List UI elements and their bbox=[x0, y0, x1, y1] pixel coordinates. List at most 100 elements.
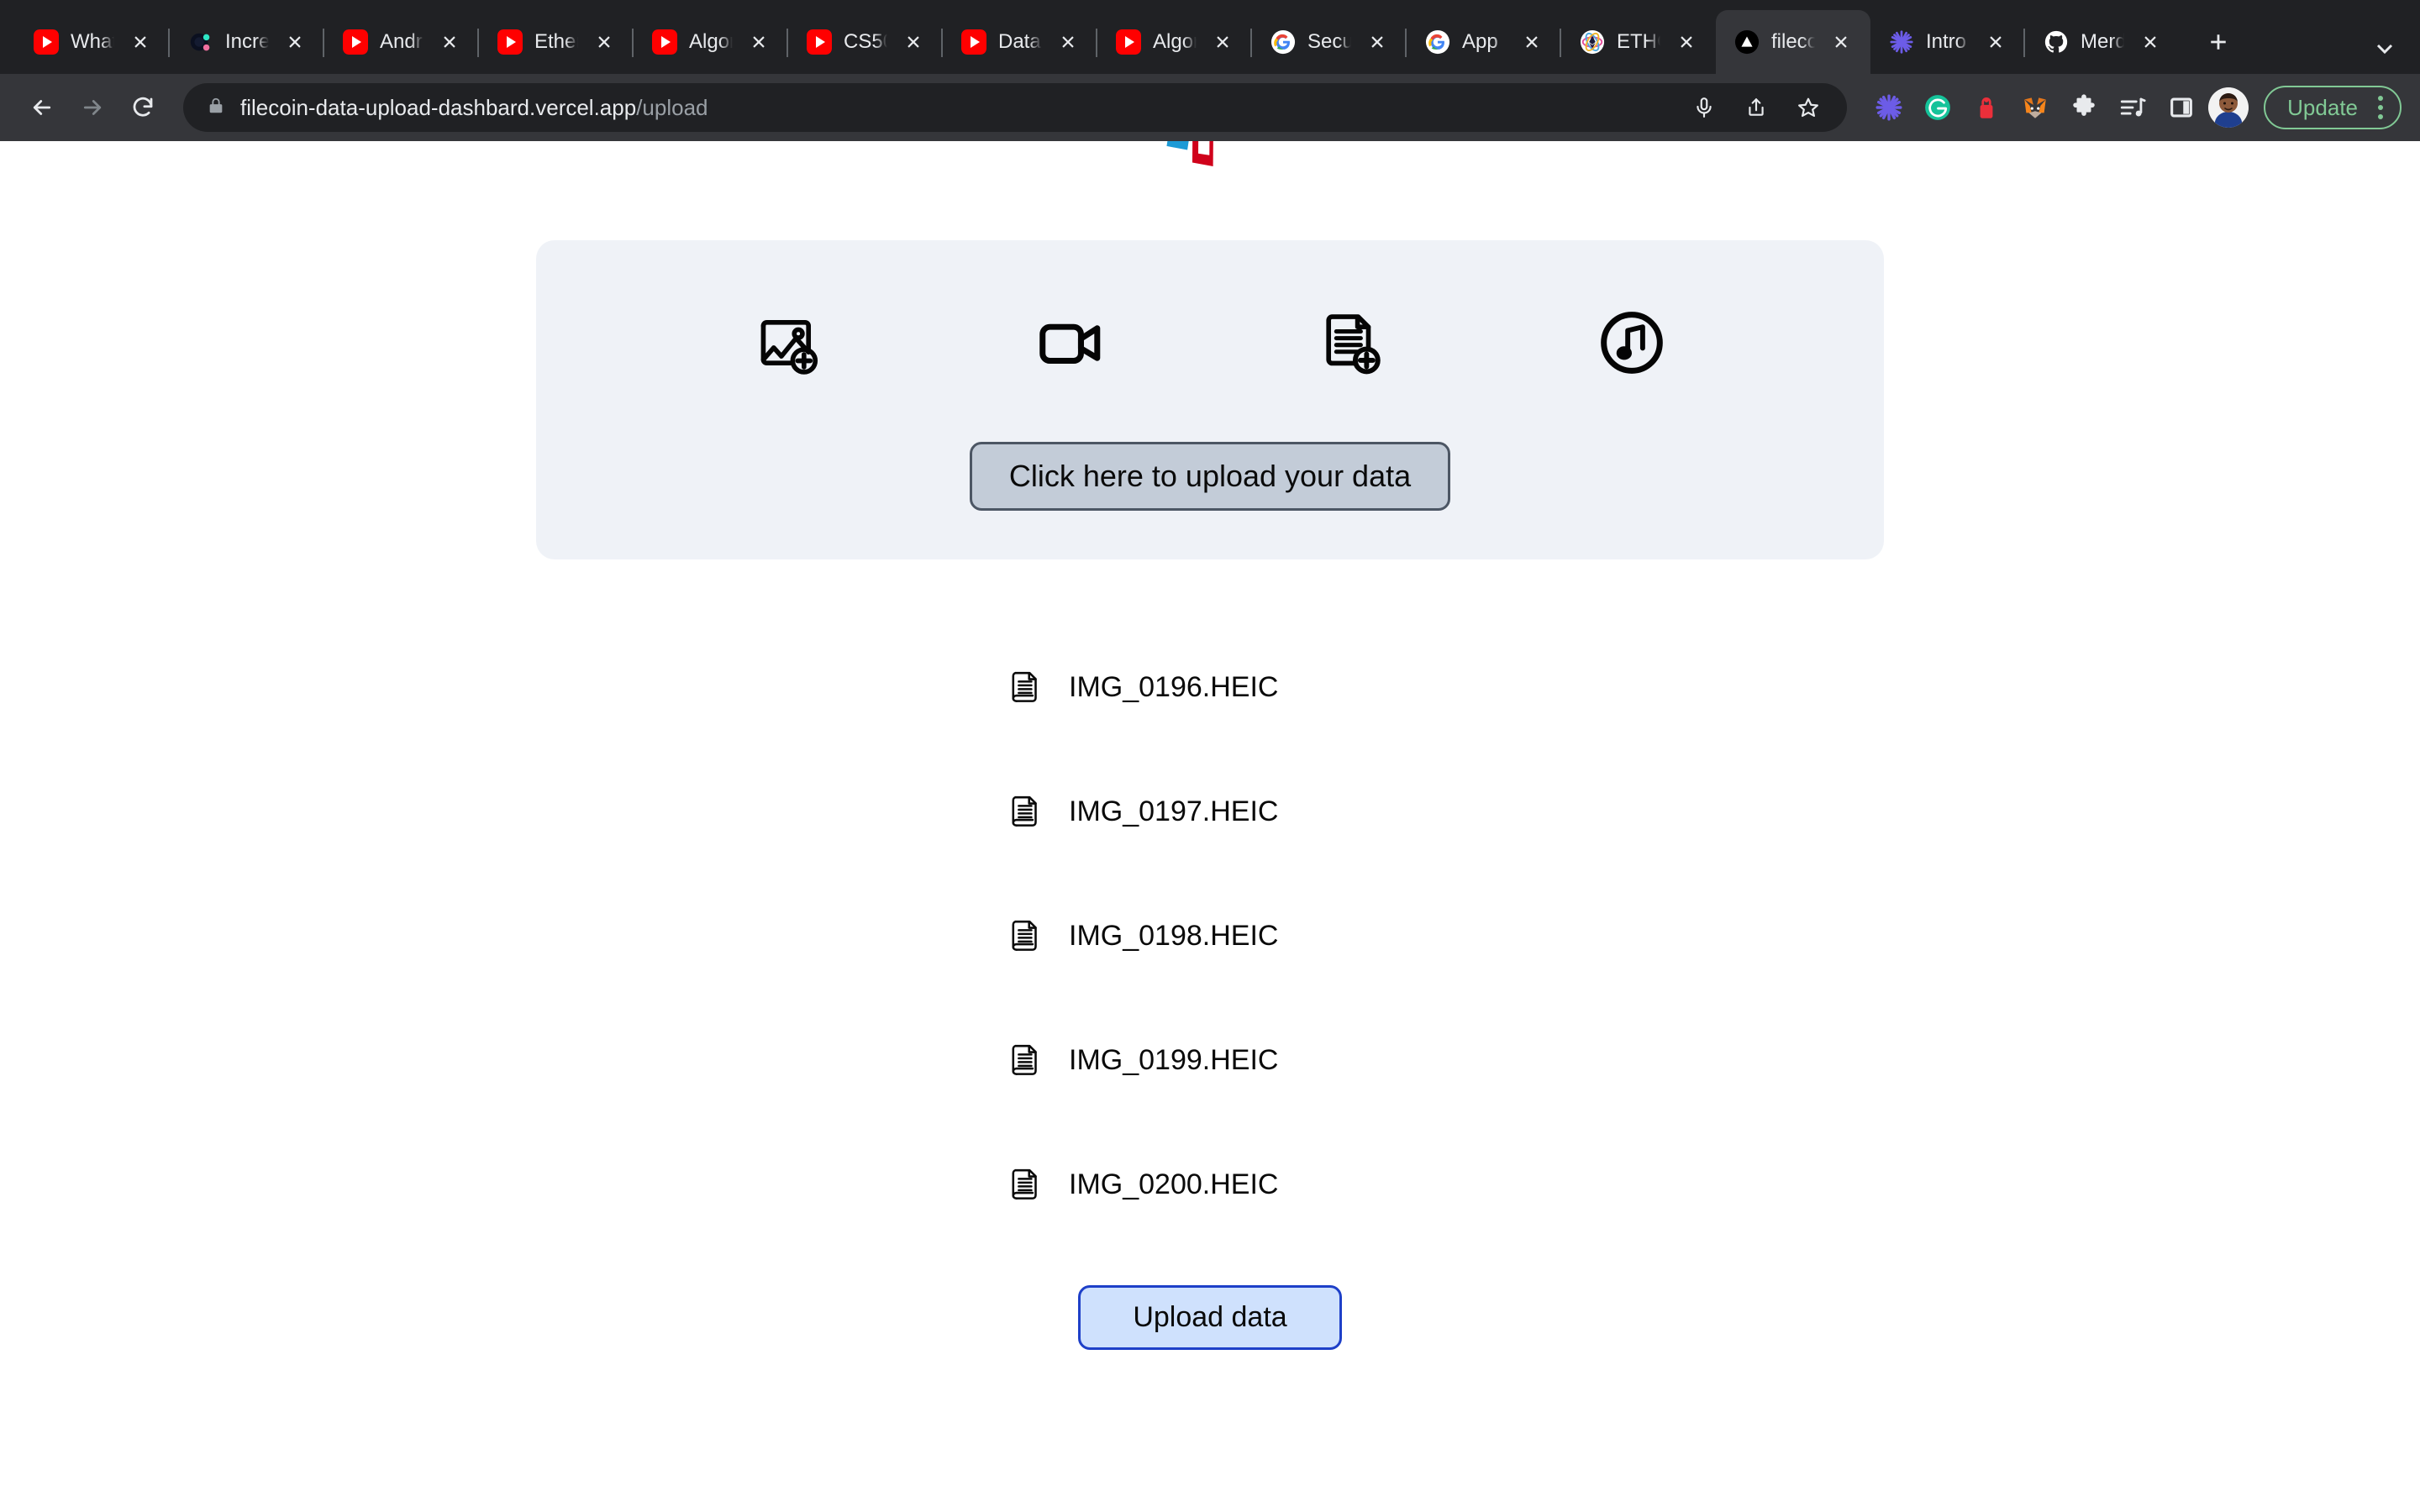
youtube-icon bbox=[961, 29, 986, 55]
browser-tab[interactable]: fileco bbox=[1716, 10, 1870, 74]
tab-favicon bbox=[34, 29, 59, 55]
media-controls-button[interactable] bbox=[2114, 89, 2151, 126]
browser-tab[interactable]: Data bbox=[943, 10, 1097, 74]
github-icon bbox=[2044, 30, 2068, 53]
file-name: IMG_0200.HEIC bbox=[1069, 1168, 1279, 1200]
browser-tab[interactable]: Merd bbox=[2025, 10, 2180, 74]
upload-data-button[interactable]: Upload data bbox=[1078, 1285, 1342, 1351]
tab-title: Merd bbox=[2081, 30, 2124, 53]
file-name: IMG_0197.HEIC bbox=[1069, 795, 1279, 827]
media-note-icon bbox=[2120, 97, 2146, 117]
tab-title: Intro bbox=[1926, 30, 1967, 53]
tab-close-button[interactable] bbox=[281, 28, 309, 56]
tab-title: Andre bbox=[380, 30, 424, 53]
document-scroll-icon bbox=[1003, 915, 1045, 957]
file-type-icon-row bbox=[748, 302, 1672, 383]
plus-icon bbox=[2211, 34, 2226, 50]
document-scroll-icon bbox=[1003, 666, 1045, 708]
new-tab-button[interactable] bbox=[2193, 17, 2244, 67]
chevron-down-icon bbox=[2376, 44, 2393, 55]
tab-close-button[interactable] bbox=[899, 28, 928, 56]
tab-close-button[interactable] bbox=[126, 28, 155, 56]
close-icon bbox=[444, 36, 455, 48]
share-button[interactable] bbox=[1734, 86, 1778, 129]
extensions-puzzle-button[interactable] bbox=[2065, 89, 2102, 126]
tab-favicon bbox=[2044, 29, 2069, 55]
browser-menu-button[interactable] bbox=[2373, 96, 2388, 119]
tab-favicon bbox=[1425, 29, 1450, 55]
close-icon bbox=[289, 36, 301, 48]
click-to-upload-button[interactable]: Click here to upload your data bbox=[969, 442, 1451, 512]
upload-dropzone[interactable]: Click here to upload your data bbox=[536, 240, 1884, 560]
browser-tab[interactable]: What bbox=[15, 10, 170, 74]
uploaded-file-list: IMG_0196.HEIC IMG_0197.HEIC IMG_0198.HEIC I… bbox=[992, 625, 1428, 1247]
google-icon bbox=[1270, 29, 1296, 55]
browser-tab[interactable]: Algor bbox=[1097, 10, 1252, 74]
close-icon bbox=[1835, 36, 1847, 48]
google-icon bbox=[1425, 29, 1450, 55]
tab-close-button[interactable] bbox=[744, 28, 773, 56]
file-list-item[interactable]: IMG_0199.HEIC bbox=[992, 998, 1428, 1122]
browser-tab[interactable]: Intro bbox=[1870, 10, 2025, 74]
avatar[interactable] bbox=[2208, 87, 2249, 128]
tab-close-button[interactable] bbox=[1518, 28, 1546, 56]
arrow-right-icon bbox=[83, 100, 102, 115]
reload-icon bbox=[133, 97, 153, 117]
tab-close-button[interactable] bbox=[1981, 28, 2010, 56]
tab-close-button[interactable] bbox=[1054, 28, 1082, 56]
reload-button[interactable] bbox=[119, 84, 166, 131]
tab-favicon bbox=[1889, 29, 1914, 55]
browser-tab[interactable]: CS50 bbox=[788, 10, 943, 74]
close-icon bbox=[1990, 36, 2002, 48]
browser-tab[interactable]: Andre bbox=[324, 10, 479, 74]
grammarly-extension-icon[interactable] bbox=[1919, 89, 1956, 126]
tab-close-button[interactable] bbox=[1363, 28, 1392, 56]
lock-extension-icon[interactable] bbox=[1968, 89, 2005, 126]
browser-tab[interactable]: Ether bbox=[479, 10, 634, 74]
tab-close-button[interactable] bbox=[435, 28, 464, 56]
bookmark-button[interactable] bbox=[1786, 86, 1830, 129]
browser-tab[interactable]: Incre bbox=[170, 10, 324, 74]
side-panel-icon bbox=[2170, 97, 2193, 118]
tab-close-button[interactable] bbox=[2136, 28, 2165, 56]
music-note-circle-icon bbox=[1591, 302, 1672, 383]
tab-close-button[interactable] bbox=[1208, 28, 1237, 56]
voice-search-button[interactable] bbox=[1682, 86, 1726, 129]
forward-button[interactable] bbox=[69, 84, 116, 131]
close-icon bbox=[1526, 36, 1538, 48]
browser-window: What Incre Andre Ether Algor CS50 Data Algor Sec… bbox=[0, 0, 2420, 1512]
file-name: IMG_0198.HEIC bbox=[1069, 919, 1279, 952]
tab-close-button[interactable] bbox=[590, 28, 618, 56]
address-bar[interactable]: filecoin-data-upload-dashbard.vercel.app… bbox=[183, 83, 1848, 132]
tab-close-button[interactable] bbox=[1672, 28, 1701, 56]
browser-tab[interactable]: ETHG bbox=[1561, 10, 1716, 74]
metamask-extension-icon[interactable] bbox=[2017, 89, 2054, 126]
lock-icon bbox=[207, 97, 225, 119]
tab-close-button[interactable] bbox=[1827, 28, 1855, 56]
file-list-item[interactable]: IMG_0197.HEIC bbox=[992, 749, 1428, 874]
asterisk-extension-icon[interactable] bbox=[1870, 89, 1907, 126]
document-add-icon bbox=[1310, 302, 1391, 383]
browser-tab[interactable]: Algor bbox=[634, 10, 788, 74]
file-list-item[interactable]: IMG_0200.HEIC bbox=[992, 1122, 1428, 1247]
tab-favicon bbox=[343, 29, 368, 55]
file-list-item[interactable]: IMG_0196.HEIC bbox=[992, 625, 1428, 749]
tab-search-button[interactable] bbox=[2371, 35, 2420, 74]
browser-tab[interactable]: Secu bbox=[1252, 10, 1407, 74]
back-button[interactable] bbox=[18, 84, 66, 131]
update-label: Update bbox=[2287, 94, 2358, 120]
tab-title: App bbox=[1462, 30, 1498, 53]
browser-tab[interactable]: App bbox=[1407, 10, 1561, 74]
close-icon bbox=[598, 36, 610, 48]
update-button[interactable]: Update bbox=[2264, 86, 2402, 129]
image-add-icon bbox=[748, 302, 829, 383]
tab-favicon bbox=[1270, 29, 1296, 55]
youtube-icon bbox=[497, 29, 523, 55]
extension-icons bbox=[1864, 89, 2200, 126]
close-icon bbox=[2144, 36, 2156, 48]
file-list-item[interactable]: IMG_0198.HEIC bbox=[992, 874, 1428, 998]
close-icon bbox=[134, 36, 146, 48]
microphone-icon bbox=[1697, 97, 1712, 118]
side-panel-button[interactable] bbox=[2163, 89, 2200, 126]
vercel-icon bbox=[1734, 29, 1760, 55]
